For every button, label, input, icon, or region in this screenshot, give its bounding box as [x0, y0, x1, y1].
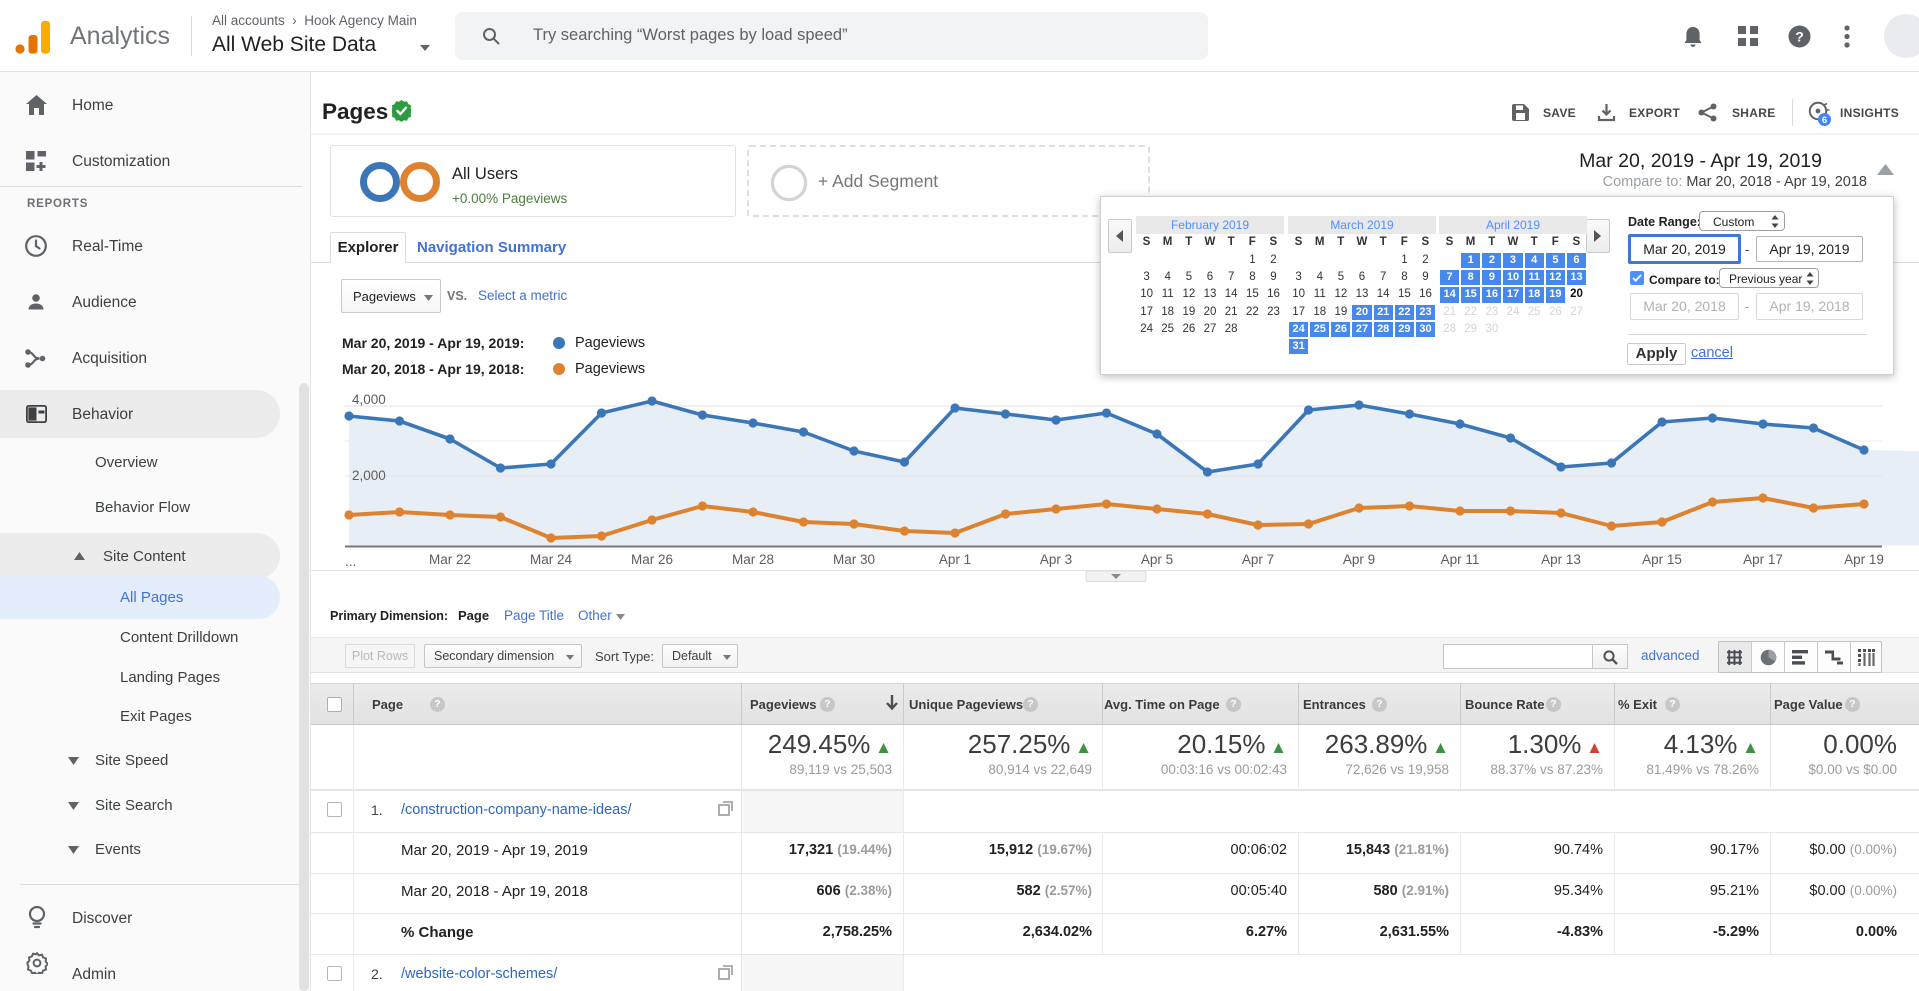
svg-text:Mar 28: Mar 28 [732, 552, 774, 567]
svg-text:Apr 11: Apr 11 [1441, 552, 1480, 567]
svg-text:Mar 24: Mar 24 [530, 552, 573, 567]
svg-text:4,000: 4,000 [352, 392, 386, 407]
svg-text:Mar 22: Mar 22 [429, 552, 471, 567]
svg-text:Apr 3: Apr 3 [1040, 552, 1072, 567]
svg-text:Apr 7: Apr 7 [1242, 552, 1274, 567]
svg-text:Apr 1: Apr 1 [939, 552, 971, 567]
svg-text:Apr 19: Apr 19 [1844, 552, 1884, 567]
svg-text:Mar 26: Mar 26 [631, 552, 673, 567]
svg-text:6: 6 [1822, 115, 1827, 126]
svg-text:Apr 17: Apr 17 [1743, 552, 1783, 567]
svg-text:Apr 15: Apr 15 [1642, 552, 1682, 567]
svg-text:Apr 13: Apr 13 [1541, 552, 1581, 567]
svg-text:Apr 5: Apr 5 [1141, 552, 1173, 567]
svg-text:?: ? [1795, 28, 1804, 44]
svg-text:2,000: 2,000 [352, 468, 386, 483]
svg-text:Apr 9: Apr 9 [1343, 552, 1375, 567]
svg-text:...: ... [345, 554, 356, 569]
svg-text:Mar 30: Mar 30 [833, 552, 875, 567]
